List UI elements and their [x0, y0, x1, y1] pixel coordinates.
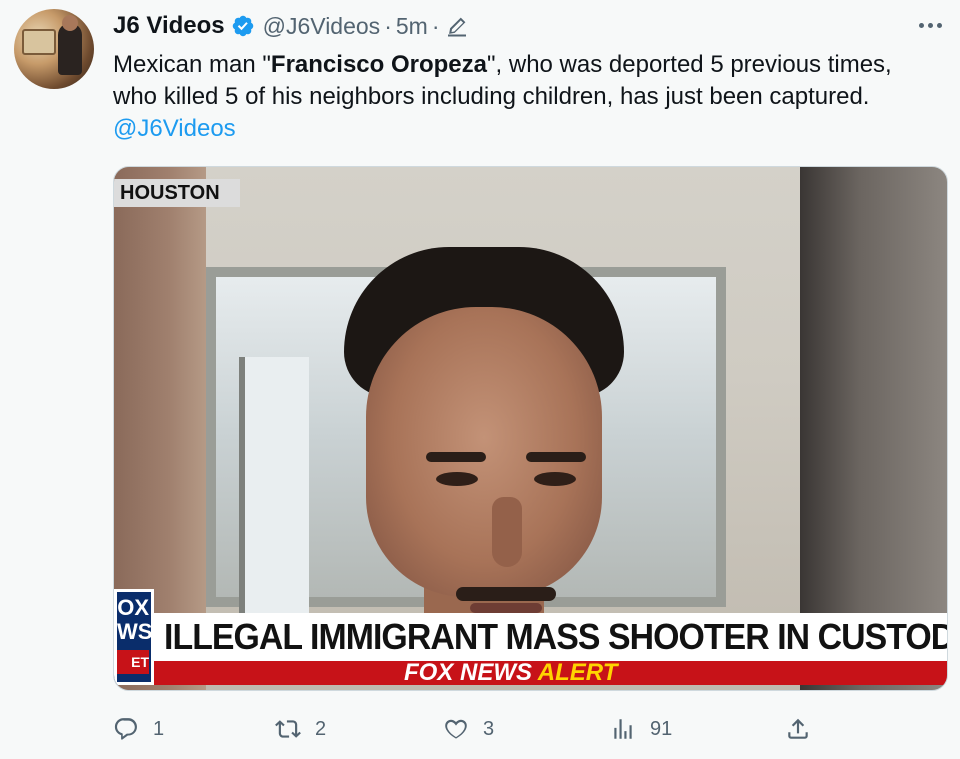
author-handle[interactable]: @J6Videos — [263, 13, 381, 40]
more-dot — [936, 22, 942, 28]
verified-badge-icon[interactable] — [231, 14, 255, 38]
suspect-face — [366, 307, 602, 613]
like-count: 3 — [483, 717, 495, 740]
suspect-brow-left — [426, 452, 486, 462]
news-headline: ILLEGAL IMMIGRANT MASS SHOOTER IN CUSTOD… — [164, 616, 948, 657]
retweet-button[interactable]: 2 — [275, 712, 326, 746]
suspect-eye-left — [436, 472, 478, 486]
views-icon — [614, 719, 632, 739]
share-icon — [788, 718, 808, 739]
tweet-text-line-2: who killed 5 of his neighbors including … — [113, 83, 870, 110]
headline-bar: ILLEGAL IMMIGRANT MASS SHOOTER IN CUSTOD… — [154, 613, 948, 661]
like-icon — [445, 719, 467, 739]
retweet-count: 2 — [315, 717, 327, 740]
edit-icon[interactable] — [445, 14, 469, 38]
views-button[interactable]: 91 — [610, 712, 672, 746]
author-name[interactable]: J6 Videos — [113, 12, 225, 40]
more-icon[interactable] — [912, 12, 948, 38]
reply-button[interactable]: 1 — [113, 712, 164, 746]
news-alert: FOX NEWS ALERT — [404, 660, 617, 686]
avatar-head-shape — [62, 15, 78, 31]
tweet-text-part1: Mexican man " — [113, 51, 271, 78]
alert-brand: FOX NEWS — [404, 659, 533, 686]
location-tag: HOUSTON — [114, 179, 240, 207]
header-separator: · — [384, 12, 392, 39]
suspect-photo — [344, 247, 624, 637]
tweet-header: J6 Videos @J6Videos · 5m · — [113, 10, 469, 42]
views-count: 91 — [650, 717, 673, 740]
tweet[interactable]: J6 Videos @J6Videos · 5m · Mexican man "… — [0, 0, 960, 759]
suspect-eye-right — [534, 472, 576, 486]
tweet-text-bold-name: Francisco Oropeza — [270, 51, 487, 78]
retweet-icon — [275, 720, 301, 738]
fox-news-logo-small: ET — [117, 650, 149, 674]
avatar-room-shape — [22, 29, 56, 55]
suspect-nose — [492, 497, 522, 567]
suspect-brow-right — [526, 452, 586, 462]
avatar[interactable] — [14, 9, 94, 89]
fox-news-logo: OX WS ET — [114, 589, 154, 685]
fox-news-logo-text: OX WS — [117, 595, 153, 644]
tweet-text-part2: ", who was deported 5 previous times, — [487, 51, 892, 78]
header-separator-2: · — [431, 12, 440, 39]
media-background-door — [239, 357, 309, 617]
tweet-text-line-1: Mexican man "Francisco Oropeza", who was… — [113, 49, 948, 81]
alert-word: ALERT — [537, 659, 618, 686]
reply-count: 1 — [153, 717, 165, 740]
share-button[interactable] — [785, 712, 811, 746]
reply-icon — [114, 718, 137, 740]
tweet-text: Mexican man "Francisco Oropeza", who was… — [113, 49, 948, 145]
news-lower-third: OX WS ET ILLEGAL IMMIGRANT MASS SHOOTER … — [114, 589, 948, 690]
tweet-media-image[interactable]: HOUSTON OX WS ET ILLEGAL IMMIGRANT MASS … — [113, 166, 948, 691]
tweet-time[interactable]: 5m — [396, 13, 428, 40]
more-dot — [918, 22, 924, 28]
tweet-actions: 1 2 3 91 — [113, 712, 948, 746]
like-button[interactable]: 3 — [443, 712, 494, 746]
alert-bar: FOX NEWS ALERT — [154, 660, 947, 686]
tweet-mention-link[interactable]: @J6Videos — [113, 113, 948, 145]
more-dot — [927, 22, 933, 28]
